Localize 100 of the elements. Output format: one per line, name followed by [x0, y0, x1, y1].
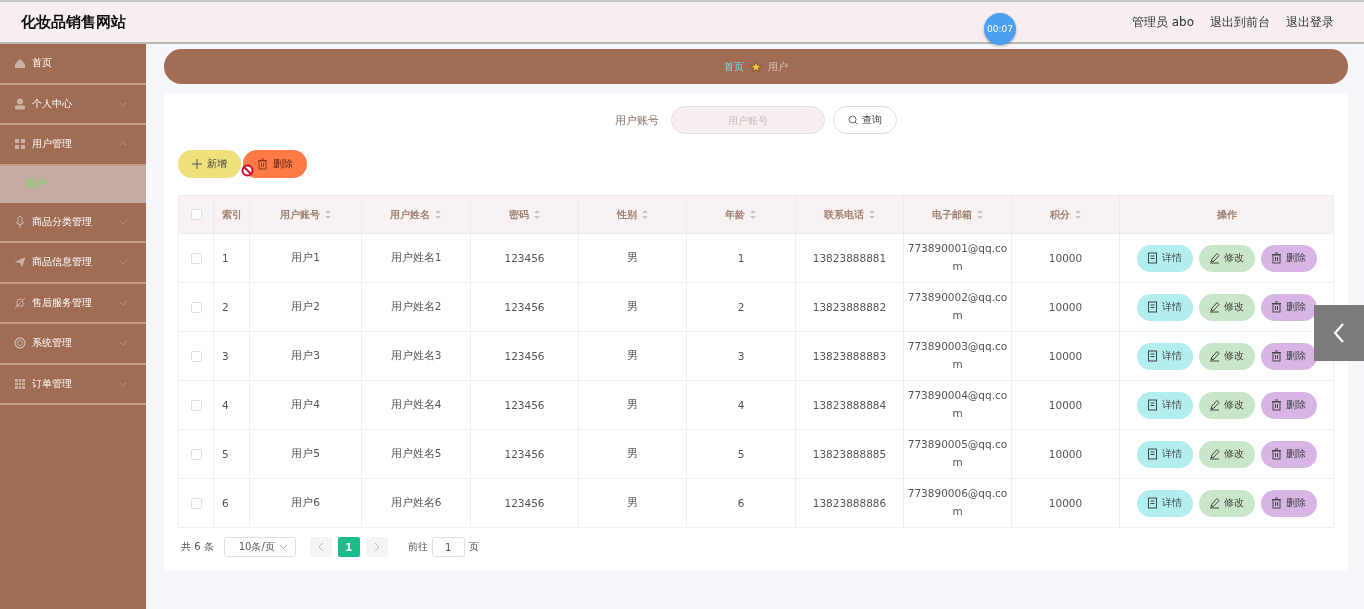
delete-button[interactable]: 删除	[1260, 293, 1317, 321]
table-cell: 123456	[504, 301, 545, 313]
checkbox[interactable]	[190, 253, 202, 265]
table-cell: 13823888883	[812, 350, 887, 362]
checkbox[interactable]	[190, 302, 202, 314]
detail-button[interactable]: 详情	[1136, 342, 1193, 370]
column-header: 索引	[222, 207, 242, 222]
edit-button[interactable]: 修改	[1198, 440, 1255, 468]
previous-page-button[interactable]	[309, 537, 332, 557]
sidebar-item[interactable]: 商品信息管理	[0, 243, 146, 284]
pencil-icon	[1209, 399, 1220, 411]
edit-button[interactable]: 修改	[1198, 244, 1255, 272]
delete-button[interactable]: 删除	[243, 150, 307, 178]
detail-button[interactable]: 详情	[1136, 440, 1193, 468]
column-header[interactable]: 性别	[616, 207, 649, 222]
chevron-down-icon	[118, 217, 128, 226]
collapse-tab[interactable]	[1314, 305, 1364, 361]
detail-button[interactable]: 详情	[1136, 489, 1193, 517]
header-link[interactable]: 管理员 abo	[1131, 13, 1194, 31]
column-header[interactable]: 电子邮箱	[931, 207, 984, 222]
trash-icon	[257, 158, 268, 170]
checkbox[interactable]	[190, 449, 202, 461]
column-header[interactable]: 积分	[1049, 207, 1082, 222]
column-header[interactable]: 用户账号	[279, 207, 332, 222]
page-number-field[interactable]: 1	[431, 537, 465, 557]
table-cell: 13823888886	[812, 497, 887, 509]
grid-icon	[14, 377, 26, 390]
detail-button[interactable]: 详情	[1136, 391, 1193, 419]
delete-button[interactable]: 删除	[1260, 391, 1317, 419]
chevron-right-icon	[373, 542, 380, 552]
detail-button[interactable]: 详情	[1136, 244, 1193, 272]
pencil-icon	[1209, 301, 1220, 313]
table-cell: 10000	[1048, 448, 1083, 460]
checkbox[interactable]	[190, 498, 202, 510]
breadcrumb-link[interactable]: 首页	[724, 59, 744, 74]
table-cell: 13823888884	[812, 399, 887, 411]
edit-button[interactable]: 修改	[1198, 489, 1255, 517]
sidebar-item[interactable]: 首页	[0, 44, 146, 85]
column-header[interactable]: 用户姓名	[390, 207, 442, 222]
table-cell: 10000	[1048, 252, 1083, 264]
delete-button[interactable]: 删除	[1260, 244, 1317, 272]
table-cell: 用户3	[291, 349, 320, 361]
site-title: 化妆品销售网站	[21, 12, 126, 32]
sidebar-item[interactable]: 系统管理	[0, 324, 146, 365]
chevron-down-icon	[118, 298, 128, 307]
column-header[interactable]: 年龄	[725, 207, 757, 222]
table-cell: 773890005@qq.com	[907, 438, 1008, 468]
edit-button[interactable]: 修改	[1198, 293, 1255, 321]
checkbox[interactable]	[190, 209, 202, 221]
chevron-down-icon	[118, 339, 128, 348]
document-icon	[1147, 448, 1158, 460]
sidebar-item[interactable]: 售后服务管理	[0, 283, 146, 324]
edit-button[interactable]: 修改	[1198, 391, 1255, 419]
search-button[interactable]: 查询	[833, 106, 897, 134]
chevron-down-icon	[118, 379, 128, 388]
goto-label: 前往	[407, 540, 428, 554]
column-header[interactable]: 联系电话	[823, 207, 876, 222]
checkbox[interactable]	[190, 351, 202, 363]
not-allowed-cursor-icon	[241, 164, 254, 177]
table-cell: 13823888885	[812, 448, 887, 460]
next-page-button[interactable]	[365, 537, 388, 557]
table-cell: 用户姓名4	[390, 398, 442, 410]
detail-button[interactable]: 详情	[1136, 293, 1193, 321]
table-cell: 2	[222, 301, 229, 313]
page-label: 页	[468, 540, 479, 554]
chevron-down-icon	[278, 544, 288, 550]
table-cell: 123456	[504, 350, 545, 362]
checkbox[interactable]	[190, 400, 202, 412]
header-link[interactable]: 退出到前台	[1210, 13, 1270, 31]
delete-button[interactable]: 删除	[1260, 342, 1317, 370]
table-cell: 10000	[1048, 350, 1083, 362]
sidebar-item[interactable]: 商品分类管理	[0, 202, 146, 243]
sidebar-item[interactable]: 个人中心	[0, 84, 146, 125]
header-link[interactable]: 退出登录	[1286, 13, 1334, 31]
table-cell: 773890003@qq.com	[907, 340, 1008, 370]
table-cell: 10000	[1048, 399, 1083, 411]
table-cell: 用户姓名6	[390, 496, 442, 508]
sidebar-item[interactable]: 订单管理	[0, 364, 146, 405]
page-size-select[interactable]: 10条/页	[223, 537, 296, 557]
table-cell: 用户4	[291, 398, 320, 410]
sort-icon	[867, 209, 876, 220]
delete-button[interactable]: 删除	[1260, 440, 1317, 468]
chevron-down-icon	[118, 99, 128, 108]
edit-button[interactable]: 修改	[1198, 342, 1255, 370]
table-cell: 773890004@qq.com	[907, 389, 1008, 419]
document-icon	[1147, 252, 1158, 264]
table-cell: 男	[627, 447, 638, 459]
bell-off-icon	[14, 296, 26, 309]
table-cell: 男	[627, 251, 638, 263]
document-icon	[1147, 399, 1158, 411]
search-icon	[848, 115, 858, 125]
table-cell: 用户2	[291, 300, 320, 312]
add-button[interactable]: 新增	[178, 150, 241, 178]
column-header[interactable]: 密码	[508, 207, 541, 222]
table-cell: 123456	[504, 497, 545, 509]
sort-icon	[1073, 209, 1082, 220]
sort-icon	[323, 209, 332, 220]
delete-button[interactable]: 删除	[1260, 489, 1317, 517]
table-cell: 5	[222, 448, 229, 460]
trash-icon	[1271, 301, 1282, 313]
